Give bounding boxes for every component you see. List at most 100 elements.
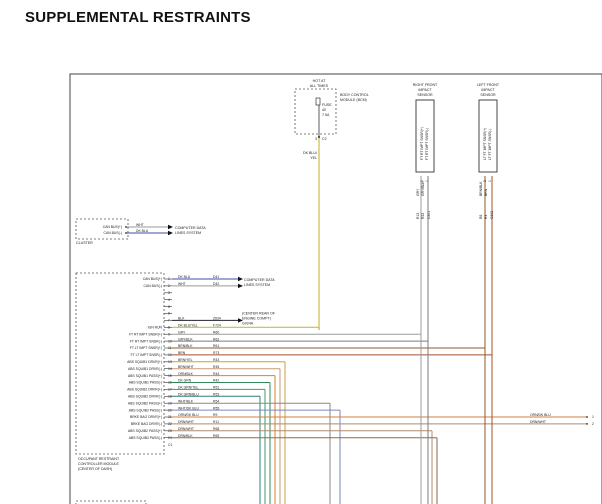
orc-circuit: R45 bbox=[213, 365, 219, 369]
orc-pin-number: 19 bbox=[168, 401, 172, 405]
offpage-wire-color: ORN/DK BLU bbox=[530, 413, 551, 417]
orc-wire-color: DRN/BLK bbox=[178, 434, 193, 438]
orc-wire-color: BRN/BLK bbox=[178, 344, 193, 348]
orc-pin-label: CAN BUS(+) bbox=[143, 277, 162, 281]
orc-wire-color: WHT/DK BLU bbox=[178, 406, 199, 410]
orc-circuit: D42 bbox=[213, 282, 219, 286]
orc-circuit: R54 bbox=[213, 399, 219, 403]
arrow-icon bbox=[168, 224, 173, 230]
orc-circuit: R73 bbox=[213, 351, 219, 355]
arrow-icon bbox=[238, 276, 243, 282]
orc-pin-label: ABS SQUIB1 DRVR(+) bbox=[127, 360, 162, 364]
orc-wire-color: DK BLU/YEL bbox=[178, 324, 198, 328]
orc-pin-label: CAN BUS(-) bbox=[144, 284, 162, 288]
orc-pin-number: 14 bbox=[168, 367, 172, 371]
orc-wire-color: ORN/BLK bbox=[178, 372, 194, 376]
connector-pin-icon bbox=[586, 423, 588, 425]
orc-pin-number: 15 bbox=[168, 374, 172, 378]
left-sensor-name-label: LEFT FRONT bbox=[477, 83, 500, 87]
bcm-name-label: MODULE (BCM) bbox=[340, 98, 367, 102]
orc-pin-number: 3 bbox=[168, 291, 170, 295]
orc-circuit: R61 bbox=[213, 344, 219, 348]
bcm-pin-label: 3 bbox=[315, 137, 317, 141]
right-sensor-pin-label: FT RT IMPT SNSR(-) bbox=[425, 128, 429, 160]
connector-pin-icon bbox=[125, 226, 127, 228]
orc-pin-label: ABS SQUIB1 PASS(+) bbox=[128, 374, 162, 378]
orc-wire-color: GRY bbox=[178, 330, 186, 334]
component-group bbox=[75, 88, 588, 504]
right-sensor-pin-number: 1 bbox=[425, 180, 429, 182]
right-sensor-name-label: IMPACT bbox=[418, 88, 432, 92]
right-sensor-wire-color: GRY bbox=[416, 188, 420, 196]
orc-pin-number: 4 bbox=[168, 298, 170, 302]
orc-circuit: R60 bbox=[213, 330, 219, 334]
orc-name-label: CONTROLLER MODULE bbox=[78, 462, 120, 466]
orc-circuit: R51 bbox=[213, 386, 219, 390]
orc-circuit: R11 bbox=[213, 420, 219, 424]
orc-pin-number: 16 bbox=[168, 381, 172, 385]
orc-circuit: D41 bbox=[213, 275, 219, 279]
bcm-wire-color-label: DK BLU/ bbox=[303, 151, 317, 155]
orc-pin-label: ABS SQUIB2 DRVR(+) bbox=[127, 388, 162, 392]
cluster-pin-label: CAN BUS(+) bbox=[103, 225, 122, 229]
right-sensor-circuit: R22 bbox=[421, 213, 425, 219]
connector-pin-icon bbox=[125, 232, 127, 234]
arrow-icon bbox=[238, 283, 243, 289]
orc-connector-label: C1 bbox=[168, 443, 172, 447]
cluster-name-label: CLUSTER bbox=[76, 241, 93, 245]
offpage-wire-color: DRN/WHT bbox=[530, 420, 546, 424]
orc-pin-number: 20 bbox=[168, 408, 172, 412]
bcm-wire-color-label: YEL bbox=[310, 156, 317, 160]
orc-pin-number: 17 bbox=[168, 388, 172, 392]
orc-circuit: R53 bbox=[213, 393, 219, 397]
orc-pin-number: 6 bbox=[168, 312, 170, 316]
orc-pin-label: BRKE BAG DRVR(-) bbox=[131, 422, 162, 426]
orc-wire-color: DK GRN/BLU bbox=[178, 393, 199, 397]
left-sensor-pin-label: LT FT IMPT SNSR(-) bbox=[488, 129, 492, 160]
orc-pin-label: FT LT IMPT SNSR(+) bbox=[130, 346, 162, 350]
fuse-label: 40 bbox=[322, 108, 326, 112]
orc-circuit: R62 bbox=[213, 337, 219, 341]
orc-wire-color: DK BLU bbox=[178, 275, 191, 279]
cluster-box bbox=[75, 218, 129, 240]
right-sensor-circuit: R13 bbox=[416, 213, 420, 219]
left-sensor-pin-number: 2 bbox=[483, 180, 487, 182]
orc-pin-label: ABS SQUIB2 PASS(+) bbox=[128, 429, 162, 433]
orc-pin-number: 13 bbox=[168, 360, 172, 364]
orc-wire-color: WHT/BLK bbox=[178, 399, 194, 403]
right-sensor-wire-color: GRY/BLK bbox=[421, 181, 425, 196]
orc-wire-color: DK GRN/TEL bbox=[178, 386, 198, 390]
bcm-name-label: BODY CONTROL bbox=[340, 93, 369, 97]
orc-circuit: F724 bbox=[213, 324, 221, 328]
left-sensor-pin-number: 1 bbox=[488, 180, 492, 182]
offpage-ref: 2 bbox=[592, 422, 594, 426]
orc-pin-number: 11 bbox=[168, 346, 172, 350]
orc-data-dest-label: LINES SYSTEM bbox=[244, 283, 270, 287]
orc-name-label: OCCUPANT RESTRAINT bbox=[78, 457, 120, 461]
fuse-label: 7.5A bbox=[322, 113, 330, 117]
orc-wire-color: DK GRN bbox=[178, 379, 192, 383]
left-sensor-circuit: R8 bbox=[479, 215, 483, 219]
label-group: HOT ATALL TIMES BODY CONTROLMODULE (BCM) F… bbox=[76, 79, 594, 471]
orc-circuit: Z634 bbox=[213, 317, 221, 321]
orc-pin-number: 5 bbox=[168, 305, 170, 309]
arrow-icon bbox=[168, 230, 173, 236]
orc-pin-label: ABS SQUIB1 PASS(-) bbox=[129, 381, 162, 385]
orc-wire-color: DRN/WHT bbox=[178, 427, 194, 431]
orc-pin-number: 2 bbox=[168, 284, 170, 288]
left-sensor-wire-color: BRN/BLK bbox=[479, 181, 483, 196]
orc-pin-number: 10 bbox=[168, 339, 172, 343]
bcm-box bbox=[294, 88, 337, 135]
left-sensor-name-label: IMPACT bbox=[481, 88, 495, 92]
orc-wire-color: BRN bbox=[178, 351, 186, 355]
orc-pin-label: ABS SQUIB2 PASS(-) bbox=[129, 436, 162, 440]
bcm-connector-label: C2 bbox=[322, 137, 327, 141]
orc-circuit: R69 bbox=[213, 434, 219, 438]
right-sensor-connector: C301 bbox=[427, 211, 431, 219]
orc-wire-color: BRN/WHT bbox=[178, 365, 194, 369]
cluster-wire-color: DK BLU bbox=[136, 229, 149, 233]
orc-pin-number: 9 bbox=[168, 332, 170, 336]
wiring-diagram: HOT ATALL TIMES BODY CONTROLMODULE (BCM) F… bbox=[69, 73, 602, 504]
orc-pin-label: FT RT IMPT SNSR(+) bbox=[129, 332, 162, 336]
connector-pin-icon bbox=[318, 136, 320, 138]
